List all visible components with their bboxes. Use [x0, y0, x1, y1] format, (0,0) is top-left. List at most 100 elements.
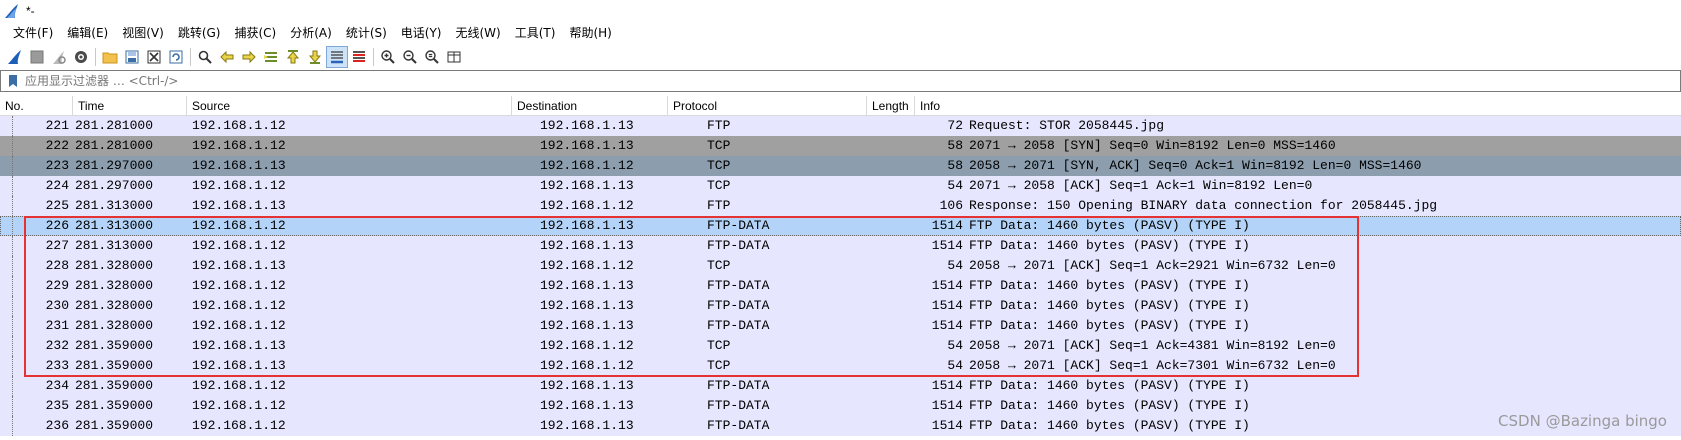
- shark-start-icon[interactable]: [4, 46, 26, 68]
- menu-item-0[interactable]: 文件(F): [6, 23, 60, 43]
- cell-source: 192.168.1.12: [192, 218, 286, 233]
- packet-row[interactable]: 232 281.359000 192.168.1.13 192.168.1.12 TCP…: [0, 336, 1681, 356]
- column-header-info[interactable]: Info: [915, 96, 1681, 116]
- menu-item-7[interactable]: 电话(Y): [394, 23, 449, 43]
- menu-item-8[interactable]: 无线(W): [449, 23, 508, 43]
- menu-item-5[interactable]: 分析(A): [283, 23, 339, 43]
- last-packet-icon[interactable]: [304, 46, 326, 68]
- column-header-length[interactable]: Length: [867, 96, 915, 116]
- packet-row[interactable]: 236 281.359000 192.168.1.12 192.168.1.13 FTP…: [0, 416, 1681, 436]
- cell-no: 221: [45, 118, 69, 133]
- packet-row[interactable]: 222 281.281000 192.168.1.12 192.168.1.13 TCP…: [0, 136, 1681, 156]
- cell-no: 231: [45, 318, 69, 333]
- zoom-in-icon[interactable]: [377, 46, 399, 68]
- menu-item-3[interactable]: 跳转(G): [171, 23, 228, 43]
- cell-no: 235: [45, 398, 69, 413]
- packet-row[interactable]: 228 281.328000 192.168.1.13 192.168.1.12 TCP…: [0, 256, 1681, 276]
- conversation-tree-line: [12, 236, 13, 256]
- cell-info: FTP Data: 1460 bytes (PASV) (TYPE I): [969, 238, 1250, 253]
- cell-protocol: FTP-DATA: [707, 278, 770, 293]
- cell-time: 281.328000: [75, 298, 154, 313]
- menu-item-9[interactable]: 工具(T): [508, 23, 563, 43]
- resize-columns-icon[interactable]: [443, 46, 465, 68]
- menu-item-1[interactable]: 编辑(E): [60, 23, 115, 43]
- cell-protocol: TCP: [707, 158, 731, 173]
- packet-row[interactable]: 230 281.328000 192.168.1.12 192.168.1.13 FTP…: [0, 296, 1681, 316]
- forward-arrow-icon[interactable]: [238, 46, 260, 68]
- column-header-source[interactable]: Source: [187, 96, 512, 116]
- zoom-out-icon[interactable]: [399, 46, 421, 68]
- menu-item-10[interactable]: 帮助(H): [562, 23, 618, 43]
- open-folder-icon[interactable]: [99, 46, 121, 68]
- bookmark-icon[interactable]: [5, 73, 21, 89]
- toolbar-separator: [190, 48, 191, 66]
- packet-list-header: No. Time Source Destination Protocol Len…: [0, 96, 1681, 116]
- cell-length: 1514: [931, 238, 963, 253]
- packet-row[interactable]: 221 281.281000 192.168.1.12 192.168.1.13 FTP…: [0, 116, 1681, 136]
- cell-destination: 192.168.1.13: [540, 378, 634, 393]
- cell-time: 281.359000: [75, 338, 154, 353]
- restart-icon[interactable]: [48, 46, 70, 68]
- watermark: CSDN @Bazinga bingo: [1498, 412, 1667, 430]
- menu-item-6[interactable]: 统计(S): [339, 23, 394, 43]
- title-bar: *-: [0, 0, 1681, 22]
- cell-time: 281.313000: [75, 238, 154, 253]
- conversation-tree-line: [12, 316, 13, 336]
- packet-row[interactable]: 224 281.297000 192.168.1.12 192.168.1.13 TCP…: [0, 176, 1681, 196]
- cell-time: 281.281000: [75, 138, 154, 153]
- display-filter-input[interactable]: [25, 74, 1625, 88]
- find-icon[interactable]: [194, 46, 216, 68]
- column-header-destination[interactable]: Destination: [512, 96, 668, 116]
- cell-protocol: FTP: [707, 118, 731, 133]
- packet-row[interactable]: 233 281.359000 192.168.1.13 192.168.1.12 TCP…: [0, 356, 1681, 376]
- packet-row[interactable]: 226 281.313000 192.168.1.12 192.168.1.13 FTP…: [0, 216, 1681, 236]
- cell-no: 233: [45, 358, 69, 373]
- packet-row[interactable]: 227 281.313000 192.168.1.12 192.168.1.13 FTP…: [0, 236, 1681, 256]
- column-header-protocol[interactable]: Protocol: [668, 96, 867, 116]
- conversation-tree-line: [12, 276, 13, 296]
- packet-row[interactable]: 231 281.328000 192.168.1.12 192.168.1.13 FTP…: [0, 316, 1681, 336]
- cell-info: FTP Data: 1460 bytes (PASV) (TYPE I): [969, 218, 1250, 233]
- menu-item-2[interactable]: 视图(V): [115, 23, 171, 43]
- cell-destination: 192.168.1.13: [540, 418, 634, 433]
- cell-no: 228: [45, 258, 69, 273]
- packet-row[interactable]: 235 281.359000 192.168.1.12 192.168.1.13 FTP…: [0, 396, 1681, 416]
- cell-destination: 192.168.1.12: [540, 158, 634, 173]
- cell-time: 281.313000: [75, 198, 154, 213]
- autoscroll-icon[interactable]: [326, 46, 348, 68]
- cell-source: 192.168.1.12: [192, 298, 286, 313]
- cell-no: 236: [45, 418, 69, 433]
- stop-icon[interactable]: [26, 46, 48, 68]
- reload-icon[interactable]: [165, 46, 187, 68]
- zoom-normal-icon[interactable]: [421, 46, 443, 68]
- packet-row[interactable]: 229 281.328000 192.168.1.12 192.168.1.13 FTP…: [0, 276, 1681, 296]
- cell-source: 192.168.1.13: [192, 198, 286, 213]
- options-gear-icon[interactable]: [70, 46, 92, 68]
- back-arrow-icon[interactable]: [216, 46, 238, 68]
- cell-protocol: TCP: [707, 178, 731, 193]
- conversation-tree-line: [12, 356, 13, 376]
- cell-length: 54: [947, 178, 963, 193]
- column-header-no[interactable]: No.: [0, 96, 73, 116]
- cell-info: 2058 → 2071 [ACK] Seq=1 Ack=2921 Win=673…: [969, 258, 1336, 273]
- save-file-icon[interactable]: [121, 46, 143, 68]
- menu-item-4[interactable]: 捕获(C): [227, 23, 283, 43]
- cell-destination: 192.168.1.12: [540, 198, 634, 213]
- colorize-icon[interactable]: [348, 46, 370, 68]
- cell-length: 54: [947, 338, 963, 353]
- go-to-packet-icon[interactable]: [260, 46, 282, 68]
- first-packet-icon[interactable]: [282, 46, 304, 68]
- cell-source: 192.168.1.12: [192, 138, 286, 153]
- column-header-time[interactable]: Time: [73, 96, 187, 116]
- cell-source: 192.168.1.13: [192, 158, 286, 173]
- cell-no: 226: [45, 218, 69, 233]
- conversation-tree-line: [12, 116, 13, 136]
- cell-length: 1514: [931, 218, 963, 233]
- cell-time: 281.359000: [75, 358, 154, 373]
- conversation-tree-line: [12, 416, 13, 436]
- conversation-tree-line: [12, 296, 13, 316]
- packet-row[interactable]: 234 281.359000 192.168.1.12 192.168.1.13 FTP…: [0, 376, 1681, 396]
- packet-row[interactable]: 223 281.297000 192.168.1.13 192.168.1.12 TCP…: [0, 156, 1681, 176]
- packet-row[interactable]: 225 281.313000 192.168.1.13 192.168.1.12 FTP…: [0, 196, 1681, 216]
- close-file-icon[interactable]: [143, 46, 165, 68]
